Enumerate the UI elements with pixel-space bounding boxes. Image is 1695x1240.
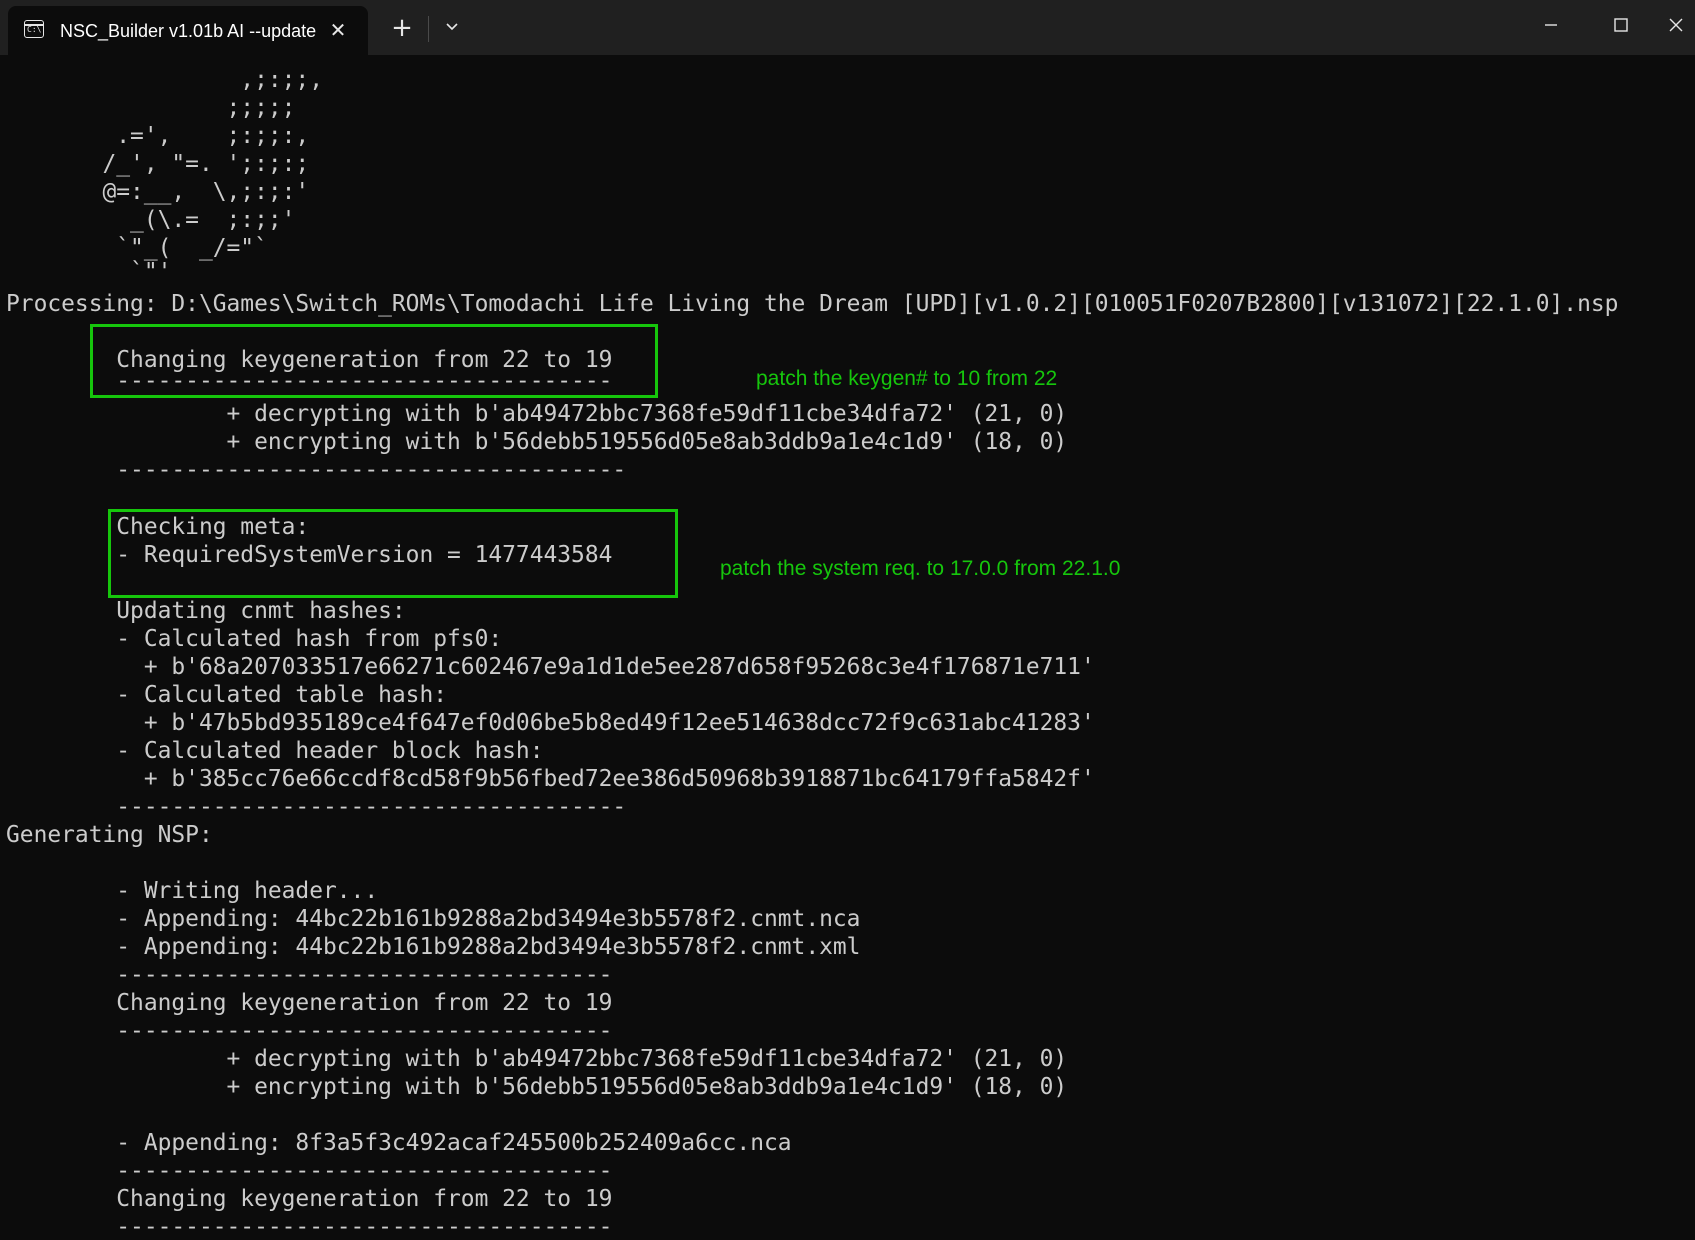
tab-title: NSC_Builder v1.01b AI --update	[60, 21, 316, 41]
terminal-line: Changing keygeneration from 22 to 19	[6, 1186, 613, 1212]
close-icon[interactable]: ✕	[324, 16, 352, 44]
terminal-line: `"'	[6, 259, 172, 285]
meta-highlight-box	[108, 509, 678, 598]
terminal-line: + b'68a207033517e66271c602467e9a1d1de5ee…	[6, 654, 1095, 680]
terminal-line: - Appending: 8f3a5f3c492acaf245500b25240…	[6, 1130, 792, 1156]
terminal-line: @=:__, \,;:;:'	[6, 179, 310, 205]
terminal-line: ------------------------------------	[6, 962, 613, 988]
terminal-line: ------------------------------------	[6, 1018, 613, 1044]
terminal-line: - Writing header...	[6, 878, 379, 904]
terminal-line: Changing keygeneration from 22 to 19	[6, 990, 613, 1016]
terminal-line: -------------------------------------	[6, 794, 627, 820]
terminal-line: + b'47b5bd935189ce4f647ef0d06be5b8ed49f1…	[6, 710, 1095, 736]
terminal-line: - Appending: 44bc22b161b9288a2bd3494e3b5…	[6, 934, 861, 960]
terminal-line: /_', "=. ';:;:;	[6, 151, 310, 177]
terminal-line: -------------------------------------	[6, 457, 627, 483]
chevron-down-icon[interactable]	[436, 12, 468, 44]
terminal-line: - Calculated hash from pfs0:	[6, 626, 503, 652]
terminal-line: + decrypting with b'ab49472bbc7368fe59df…	[6, 401, 1068, 427]
terminal-line: ------------------------------------	[6, 1158, 613, 1184]
terminal-icon: C:\	[24, 20, 44, 38]
terminal-line: .=', ;:;;:,	[6, 123, 310, 149]
title-bar: C:\ NSC_Builder v1.01b AI --update ✕ +	[0, 0, 1695, 55]
terminal-line: ,;:;;,	[6, 67, 323, 93]
keygen-annotation: patch the keygen# to 10 from 22	[756, 367, 1058, 390]
close-window-icon[interactable]	[1656, 0, 1695, 50]
terminal-line: - Calculated table hash:	[6, 682, 448, 708]
terminal-line: ;;;;;	[6, 95, 296, 121]
terminal-line: ------------------------------------	[6, 1214, 613, 1240]
sysreq-annotation: patch the system req. to 17.0.0 from 22.…	[720, 557, 1121, 580]
terminal-line: _(\.= ;:;;'	[6, 207, 296, 233]
terminal-tab[interactable]: C:\ NSC_Builder v1.01b AI --update ✕	[8, 6, 368, 55]
terminal-line: + encrypting with b'56debb519556d05e8ab3…	[6, 429, 1068, 455]
terminal-line: + decrypting with b'ab49472bbc7368fe59df…	[6, 1046, 1068, 1072]
minimize-icon[interactable]	[1516, 0, 1586, 50]
tab-divider	[428, 16, 429, 42]
terminal-output[interactable]: ,;:;;, ;;;;; .=', ;:;;:, /_', "=. ';:;:;…	[0, 55, 1695, 1240]
keygen-highlight-box	[90, 324, 658, 398]
terminal-line: Generating NSP:	[6, 822, 213, 848]
terminal-line: - Appending: 44bc22b161b9288a2bd3494e3b5…	[6, 906, 861, 932]
terminal-line: - Calculated header block hash:	[6, 738, 544, 764]
terminal-line: + b'385cc76e66ccdf8cd58f9b56fbed72ee386d…	[6, 766, 1095, 792]
maximize-icon[interactable]	[1586, 0, 1656, 50]
terminal-line: + encrypting with b'56debb519556d05e8ab3…	[6, 1074, 1068, 1100]
plus-icon[interactable]: +	[386, 12, 418, 44]
terminal-line: Updating cnmt hashes:	[6, 598, 406, 624]
